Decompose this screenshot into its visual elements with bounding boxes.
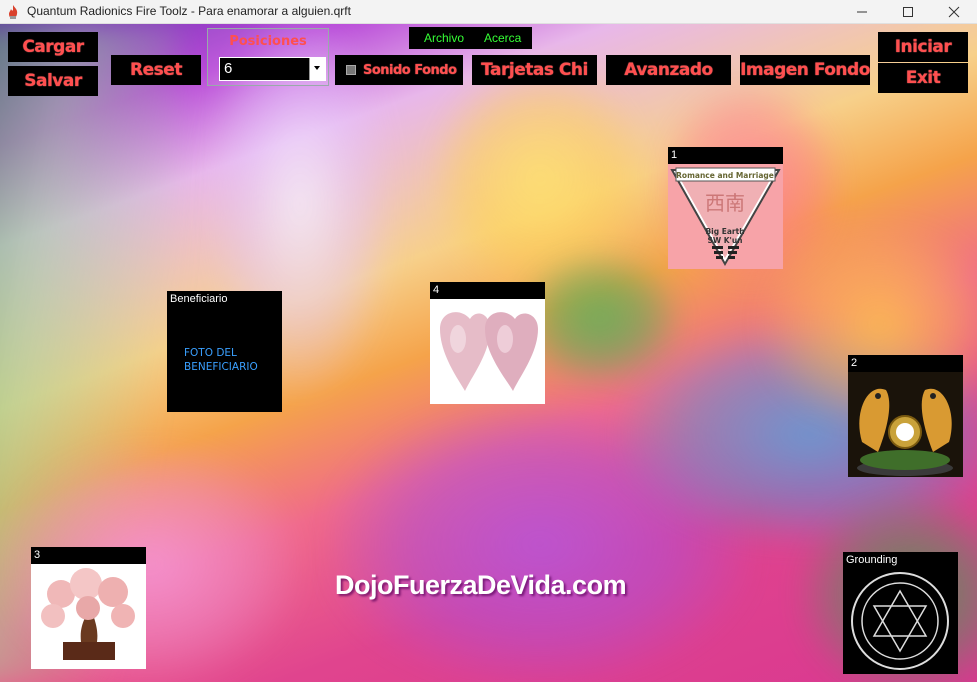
posiciones-value: 6	[224, 60, 233, 77]
tarjetas-chi-button[interactable]: Tarjetas Chi	[472, 55, 597, 85]
grounding-image	[843, 569, 958, 674]
maximize-icon	[903, 7, 913, 17]
bagua-trigram-icon: Romance and Marriage 西南 Big Earth SW K'u…	[670, 167, 781, 267]
chevron-down-icon[interactable]	[309, 58, 325, 80]
sonido-fondo-checkbox[interactable]	[346, 65, 356, 75]
sonido-fondo-label: Sonido Fondo	[363, 62, 457, 78]
app-flame-icon	[9, 5, 18, 19]
card-2-image	[848, 372, 963, 477]
card-2-label: 2	[851, 357, 858, 369]
salvar-button[interactable]: Salvar	[8, 66, 98, 96]
card-1-image: Romance and Marriage 西南 Big Earth SW K'u…	[668, 164, 783, 269]
beneficiario-card[interactable]: Beneficiario FOTO DEL BENEFICIARIO	[167, 291, 282, 412]
card-1-label: 1	[671, 149, 678, 161]
close-button[interactable]	[931, 0, 977, 24]
card-4-image	[430, 299, 545, 404]
posiciones-label: Posiciones	[229, 34, 307, 49]
cargar-button[interactable]: Cargar	[8, 32, 98, 62]
reset-button[interactable]: Reset	[111, 55, 201, 85]
grounding-card[interactable]: Grounding	[843, 552, 958, 674]
beneficiario-photo: FOTO DEL BENEFICIARIO	[167, 308, 282, 412]
golden-fish-statue-icon	[857, 388, 953, 476]
title-bar: Quantum Radionics Fire Toolz - Para enam…	[0, 0, 977, 24]
gem-tree-icon	[41, 568, 135, 660]
maximize-button[interactable]	[885, 0, 931, 24]
beneficiario-label: Beneficiario	[170, 293, 228, 305]
card-3-image	[31, 564, 146, 669]
grounding-label: Grounding	[846, 554, 898, 566]
card-1-top-text: Romance and Marriage	[676, 171, 774, 180]
minimize-button[interactable]	[839, 0, 885, 24]
menu-acerca[interactable]: Acerca	[484, 31, 521, 45]
card-1-bottom-line1: Big Earth	[705, 227, 744, 236]
exit-button[interactable]: Exit	[878, 63, 968, 93]
menu-archivo[interactable]: Archivo	[424, 31, 464, 45]
card-4-label: 4	[433, 284, 440, 296]
card-2[interactable]: 2	[848, 355, 963, 477]
close-icon	[948, 6, 960, 18]
beneficiario-placeholder: FOTO DEL BENEFICIARIO	[184, 347, 258, 373]
posiciones-select[interactable]: 6	[219, 57, 326, 81]
menu-bar: Archivo Acerca	[409, 27, 532, 49]
iniciar-button[interactable]: Iniciar	[878, 32, 968, 62]
card-1-bottom-line2: SW K'un	[707, 236, 742, 245]
card-1-glyph: 西南	[705, 191, 745, 215]
window-title: Quantum Radionics Fire Toolz - Para enam…	[27, 4, 351, 18]
minimize-icon	[857, 11, 867, 13]
watermark-text: DojoFuerzaDeVida.com	[335, 570, 627, 600]
rose-quartz-hearts-icon	[440, 312, 538, 391]
card-4[interactable]: 4	[430, 282, 545, 404]
card-3-label: 3	[34, 549, 41, 561]
seal-pentacle-icon	[851, 572, 949, 670]
imagen-fondo-button[interactable]: Imagen Fondo	[740, 55, 870, 85]
card-1[interactable]: 1 Romance and Marriage 西南 Big Earth SW K…	[668, 147, 783, 269]
posiciones-group: Posiciones 6	[207, 28, 329, 86]
avanzado-button[interactable]: Avanzado	[606, 55, 731, 85]
card-3[interactable]: 3	[31, 547, 146, 669]
